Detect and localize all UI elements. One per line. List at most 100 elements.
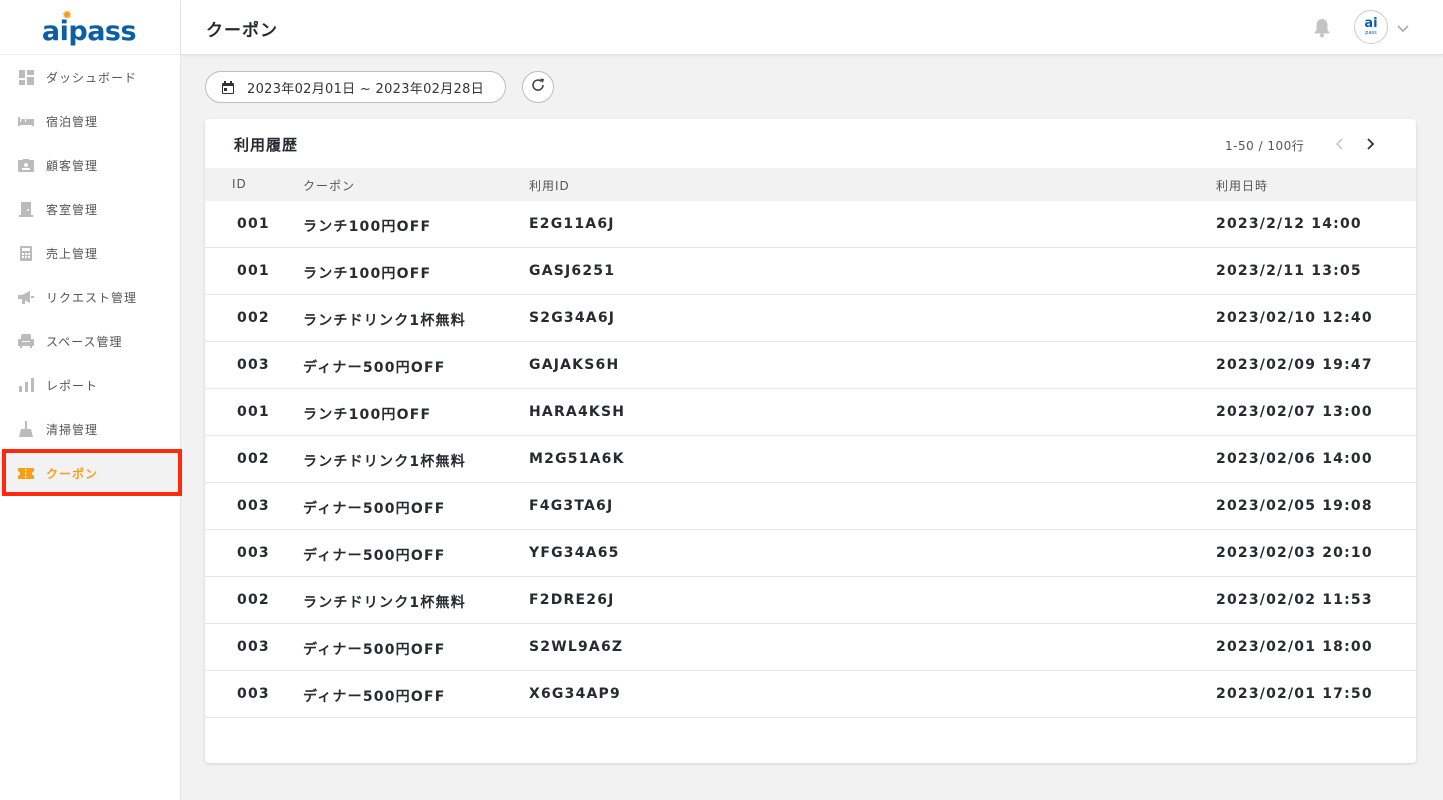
cell-use-id: M2G51A6K [529,451,625,467]
table-row[interactable]: 003 ディナー500円OFF YFG34A65 2023/02/03 20:1… [205,530,1416,577]
cell-id: 003 [237,639,270,655]
sidebar-item-label: クーポン [46,466,99,481]
sidebar-item-cleaning[interactable]: 清掃管理 [0,407,180,451]
date-range-text: 2023年02月01日 ~ 2023年02月28日 [247,81,484,97]
cell-datetime: 2023/02/01 18:00 [1216,639,1373,655]
cell-id: 001 [237,263,270,279]
cell-use-id: F2DRE26J [529,592,615,608]
table-row[interactable]: 003 ディナー500円OFF X6G34AP9 2023/02/01 17:5… [205,671,1416,718]
cell-datetime: 2023/2/11 13:05 [1216,263,1362,279]
cell-id: 003 [237,545,270,561]
sidebar-item-rooms[interactable]: 客室管理 [0,187,180,231]
cell-coupon: ディナー500円OFF [303,548,446,564]
cell-use-id: GASJ6251 [529,263,616,279]
chevron-down-icon[interactable] [1396,20,1410,34]
column-header-coupon: クーポン [303,179,356,193]
table-row[interactable]: 001 ランチ100円OFF E2G11A6J 2023/2/12 14:00 [205,201,1416,248]
table-row[interactable]: 003 ディナー500円OFF S2WL9A6Z 2023/02/01 18:0… [205,624,1416,671]
cell-coupon: ランチドリンク1杯無料 [303,313,466,329]
sidebar-item-spaces[interactable]: スペース管理 [0,319,180,363]
table-row[interactable]: 001 ランチ100円OFF GASJ6251 2023/2/11 13:05 [205,248,1416,295]
cell-use-id: X6G34AP9 [529,686,621,702]
table-row[interactable]: 003 ディナー500円OFF GAJAKS6H 2023/02/09 19:4… [205,342,1416,389]
cell-use-id: S2G34A6J [529,310,616,326]
card-title: 利用履歴 [234,136,299,154]
cell-use-id: YFG34A65 [529,545,620,561]
cell-id: 003 [237,686,270,702]
sidebar-item-label: 顧客管理 [46,158,99,173]
table-row[interactable]: 003 ディナー500円OFF F4G3TA6J 2023/02/05 19:0… [205,483,1416,530]
sidebar-item-sales[interactable]: 売上管理 [0,231,180,275]
cell-datetime: 2023/02/07 13:00 [1216,404,1373,420]
cell-coupon: ディナー500円OFF [303,360,446,376]
contact-card-icon [18,157,34,173]
table-row[interactable]: 002 ランチドリンク1杯無料 S2G34A6J 2023/02/10 12:4… [205,295,1416,342]
table-row[interactable]: 002 ランチドリンク1杯無料 M2G51A6K 2023/02/06 14:0… [205,436,1416,483]
table-row[interactable]: 001 ランチ100円OFF HARA4KSH 2023/02/07 13:00 [205,389,1416,436]
table-header: ID クーポン 利用ID 利用日時 [205,168,1416,201]
bell-icon[interactable] [1313,18,1331,38]
sidebar-item-label: スペース管理 [46,334,123,349]
page-title: クーポン [206,21,278,41]
avatar[interactable]: ai pass [1354,10,1388,44]
avatar-subtext: pass [1365,30,1377,36]
sidebar-item-dashboard[interactable]: ダッシュボード [0,55,180,99]
sidebar-item-reports[interactable]: レポート [0,363,180,407]
sidebar-item-label: 清掃管理 [46,422,99,437]
cell-datetime: 2023/02/02 11:53 [1216,592,1373,608]
logo-text: aipass [41,15,137,47]
sidebar-item-coupon[interactable]: クーポン [0,451,180,495]
cell-use-id: HARA4KSH [529,404,626,420]
sidebar-item-requests[interactable]: リクエスト管理 [0,275,180,319]
calendar-icon [221,80,235,94]
logo[interactable]: ✹ aipass [0,0,180,55]
cell-datetime: 2023/02/05 19:08 [1216,498,1373,514]
cell-coupon: ランチ100円OFF [303,266,432,282]
column-header-datetime[interactable]: 利用日時 [1216,177,1268,194]
cell-coupon: ランチドリンク1杯無料 [303,595,466,611]
sidebar-item-customers[interactable]: 顧客管理 [0,143,180,187]
bar-chart-icon [18,377,34,393]
dashboard-icon [18,69,34,85]
megaphone-icon [18,289,34,305]
chevron-left-icon[interactable] [1333,135,1347,153]
cell-datetime: 2023/02/03 20:10 [1216,545,1373,561]
pagination-text: 1-50 / 100行 [1225,139,1305,153]
sidebar-item-label: 宿泊管理 [46,114,99,129]
cell-use-id: E2G11A6J [529,216,615,232]
refresh-button[interactable] [522,71,554,103]
cell-id: 002 [237,592,270,608]
sidebar: ✹ aipass ダッシュボード 宿泊管理 顧客管理 客室管理 売上管理 リクエ… [0,0,182,800]
cell-coupon: ランチ100円OFF [303,219,432,235]
table-row[interactable]: 002 ランチドリンク1杯無料 F2DRE26J 2023/02/02 11:5… [205,577,1416,624]
top-header: クーポン ai pass [181,0,1443,55]
sidebar-nav: ダッシュボード 宿泊管理 顧客管理 客室管理 売上管理 リクエスト管理 スペース… [0,55,180,495]
cell-datetime: 2023/2/12 14:00 [1216,216,1362,232]
sidebar-item-stay[interactable]: 宿泊管理 [0,99,180,143]
sidebar-item-label: ダッシュボード [46,70,138,85]
cell-use-id: GAJAKS6H [529,357,620,373]
column-header-id: ID [232,177,247,191]
column-header-use-id: 利用ID [529,179,570,193]
calculator-icon [18,245,34,261]
sidebar-item-label: リクエスト管理 [46,290,138,305]
cell-coupon: ディナー500円OFF [303,689,446,705]
cell-use-id: F4G3TA6J [529,498,614,514]
sidebar-item-label: レポート [46,378,99,393]
cell-id: 001 [237,216,270,232]
cell-id: 002 [237,310,270,326]
cell-datetime: 2023/02/01 17:50 [1216,686,1373,702]
table-body: 001 ランチ100円OFF E2G11A6J 2023/2/12 14:00 … [205,201,1416,718]
cell-datetime: 2023/02/06 14:00 [1216,451,1373,467]
date-range-picker[interactable]: 2023年02月01日 ~ 2023年02月28日 [205,71,506,103]
armchair-icon [18,333,34,349]
cell-id: 001 [237,404,270,420]
refresh-icon [530,77,546,97]
cell-id: 002 [237,451,270,467]
cell-coupon: ランチ100円OFF [303,407,432,423]
usage-history-card: 利用履歴 1-50 / 100行 ID クーポン 利用ID 利用日時 001 ラ… [205,119,1416,763]
chevron-right-icon[interactable] [1363,135,1377,153]
broom-icon [18,421,34,437]
sidebar-item-label: 客室管理 [46,202,99,217]
bed-icon [18,113,34,129]
